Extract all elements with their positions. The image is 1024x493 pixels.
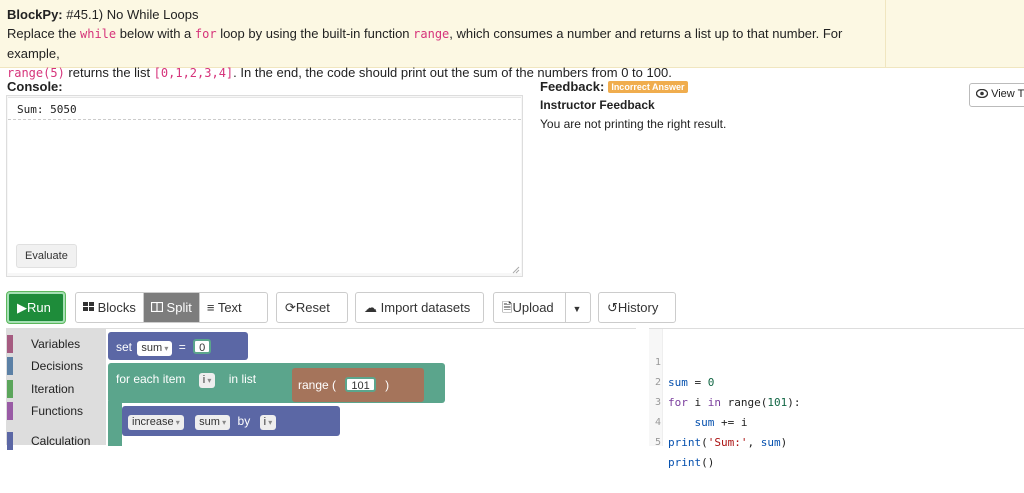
toolbox-category-iteration[interactable]: Iteration — [6, 378, 106, 400]
cloud-icon: ☁ — [364, 300, 377, 315]
run-button[interactable]: ▶Run — [7, 292, 65, 323]
toolbox-category-variables[interactable]: Variables — [6, 333, 106, 355]
split-icon — [150, 300, 167, 315]
status-badge: Incorrect Answer — [608, 81, 688, 93]
range-number-field[interactable]: 101 — [345, 377, 376, 392]
upload-button-group: 🗎Upload ▼ — [493, 292, 591, 323]
console-output: Sum: 5050 — [8, 98, 521, 120]
code-line[interactable]: 3 sum += i — [649, 373, 1024, 429]
view-trace-button[interactable]: View T — [969, 83, 1024, 107]
loop-body-rail — [108, 401, 122, 446]
view-mode-group: Blocks Split ≡ Text — [75, 292, 268, 323]
code-line[interactable]: 2 for i in range(101): — [649, 353, 1024, 409]
history-icon: ↺ — [607, 300, 618, 315]
file-icon: 🗎 — [502, 300, 513, 315]
blocks-mode-button[interactable]: Blocks — [76, 293, 144, 322]
category-swatch — [7, 380, 13, 398]
caret-down-icon: ▼ — [572, 304, 582, 314]
code-line[interactable]: 1 sum = 0 — [649, 333, 1024, 389]
loop-variable-dropdown[interactable]: i — [198, 373, 216, 388]
refresh-icon: ⟳ — [285, 300, 296, 315]
console: Sum: 5050 Evaluate — [6, 95, 523, 277]
toolbox-category-functions[interactable]: Functions — [6, 400, 106, 422]
toolbox-category-decisions[interactable]: Decisions — [6, 355, 106, 377]
range-block[interactable]: range ( 101 ) — [292, 368, 424, 402]
category-swatch — [7, 357, 13, 375]
number-field[interactable]: 0 — [193, 339, 212, 354]
feedback-message: You are not printing the right result. — [540, 117, 727, 131]
upload-dropdown-toggle[interactable]: ▼ — [566, 295, 588, 324]
code-editor[interactable]: 1 sum = 0 2 for i in range(101): 3 sum +… — [649, 328, 1024, 469]
console-area[interactable]: Sum: 5050 Evaluate — [8, 97, 521, 273]
code-line[interactable]: 4 print('Sum:', sum) — [649, 393, 1024, 449]
code-line[interactable]: 5 print() — [649, 413, 1024, 469]
blocks-icon — [83, 300, 98, 315]
history-button[interactable]: ↺History — [598, 292, 676, 323]
instructions-side — [886, 0, 1024, 68]
text-mode-button[interactable]: ≡ Text — [200, 293, 249, 322]
import-datasets-button[interactable]: ☁ Import datasets — [355, 292, 484, 323]
assignment-text-2: range(5) returns the list [0,1,2,3,4]. I… — [7, 65, 672, 80]
resize-handle-icon[interactable] — [512, 266, 520, 274]
assignment-text: Replace the while below with a for loop … — [7, 26, 843, 61]
feedback-label: Feedback: Incorrect Answer — [540, 79, 688, 94]
increase-block[interactable]: increase sum by i — [122, 406, 340, 436]
evaluate-button[interactable]: Evaluate — [16, 244, 77, 268]
split-mode-button[interactable]: Split — [143, 293, 200, 322]
blockly-toolbox: Variables Decisions Iteration Functions … — [6, 328, 106, 450]
category-swatch — [7, 402, 13, 420]
blockly-workspace[interactable]: set sum = 0 for each item i in list rang… — [106, 328, 636, 446]
increase-dropdown[interactable]: increase — [128, 415, 184, 430]
instructor-feedback-title: Instructor Feedback — [540, 98, 655, 112]
reset-button[interactable]: ⟳Reset — [276, 292, 348, 323]
assignment-title: BlockPy: #45.1) No While Loops — [7, 7, 199, 22]
increase-variable-dropdown[interactable]: sum — [195, 415, 231, 430]
align-left-icon: ≡ — [206, 300, 215, 315]
instructions-panel: BlockPy: #45.1) No While Loops Replace t… — [0, 0, 886, 80]
console-label: Console: — [7, 79, 63, 94]
category-swatch — [7, 335, 13, 353]
eye-icon — [975, 88, 991, 100]
set-variable-block[interactable]: set sum = 0 — [108, 332, 248, 360]
category-swatch — [7, 432, 13, 450]
toolbox-category-calculation[interactable]: Calculation — [6, 430, 106, 452]
upload-button[interactable]: 🗎Upload — [494, 293, 566, 322]
variable-dropdown[interactable]: sum — [137, 341, 173, 356]
by-variable-dropdown[interactable]: i — [259, 415, 277, 430]
play-icon: ▶ — [17, 300, 27, 315]
